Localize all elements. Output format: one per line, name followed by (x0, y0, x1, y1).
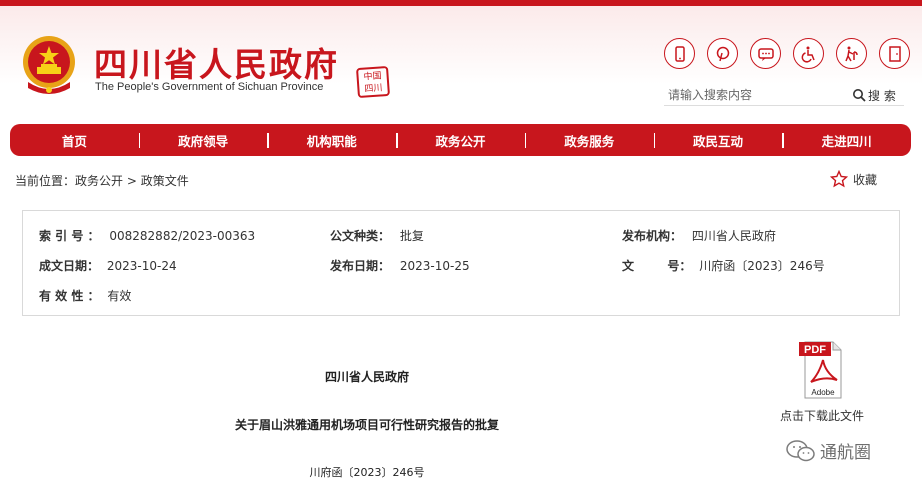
validity-value: 有效 (107, 289, 132, 303)
breadcrumb: 当前位置：政务公开 > 政策文件 (15, 172, 189, 189)
wechat-icon[interactable] (750, 38, 781, 69)
breadcrumb-link-policy-docs[interactable]: 政策文件 (141, 174, 189, 188)
search-button[interactable]: 搜 索 (852, 85, 896, 105)
pdf-badge-text: PDF (804, 344, 826, 356)
document-title: 关于眉山洪雅通用机场项目可行性研究报告的批复 (234, 418, 499, 432)
document-content: 四川省人民政府 关于眉山洪雅通用机场项目可行性研究报告的批复 川府函〔2023〕… (22, 316, 900, 489)
pdf-download-link[interactable]: PDF Adobe 点击下载此文件 (767, 336, 877, 424)
site-subtitle: The People's Government of Sichuan Provi… (95, 81, 324, 93)
elder-care-icon[interactable] (836, 38, 867, 69)
breadcrumb-prefix: 当前位置： (15, 174, 76, 188)
favorite-button[interactable]: 收藏 (830, 170, 877, 188)
accessibility-icon[interactable] (793, 38, 824, 69)
main-nav: 首页 政府领导 机构职能 政务公开 政务服务 政民互动 走进四川 (10, 124, 911, 156)
star-icon (830, 170, 848, 188)
created-label: 成文日期： (39, 259, 100, 273)
pdf-file-icon: PDF Adobe (799, 341, 842, 399)
nav-item-home[interactable]: 首页 (10, 131, 139, 150)
type-label: 公文种类： (330, 229, 391, 243)
national-emblem-icon (20, 34, 78, 96)
header-toolbar (664, 38, 910, 69)
mobile-icon[interactable] (664, 38, 695, 69)
document-issuer: 四川省人民政府 (324, 370, 409, 384)
favorite-label: 收藏 (853, 172, 878, 187)
search-input[interactable] (668, 86, 848, 104)
wechat-logo-icon (786, 439, 815, 461)
nav-item-functions[interactable]: 机构职能 (267, 131, 396, 150)
nav-item-interaction[interactable]: 政民互动 (653, 131, 783, 150)
type-value: 批复 (399, 229, 424, 243)
nav-item-services[interactable]: 政务服务 (524, 131, 654, 150)
search-button-label: 搜 索 (868, 88, 896, 103)
docno-label: 文 号： (622, 259, 692, 273)
pdf-brand-text: Adobe (811, 388, 835, 397)
site-title[interactable]: 四川省人民政府 (94, 38, 339, 86)
watermark-text: 通航圈 (820, 443, 871, 463)
document-number: 川府函〔2023〕246号 (309, 466, 425, 479)
watermark: 通航圈 (786, 438, 871, 463)
issuer-label: 发布机构： (622, 229, 683, 243)
exit-icon[interactable] (879, 38, 910, 69)
issuer-value: 四川省人民政府 (691, 229, 776, 243)
published-value: 2023-10-25 (399, 259, 470, 273)
province-seal-logo: 中国 四川 (355, 65, 391, 99)
document-metadata: 索 引 号 ： 008282882/2023-00363 公文种类： 批复 发布… (22, 210, 900, 316)
docno-value: 川府函〔2023〕246号 (699, 259, 825, 273)
search-icon (853, 89, 866, 102)
index-value: 008282882/2023-00363 (109, 229, 256, 243)
pdf-download-label: 点击下载此文件 (779, 409, 864, 423)
search-box: 搜 索 (664, 84, 904, 106)
nav-item-leaders[interactable]: 政府领导 (138, 131, 268, 150)
breadcrumb-separator: > (126, 174, 137, 188)
nav-item-about-sichuan[interactable]: 走进四川 (782, 131, 911, 150)
published-label: 发布日期： (330, 259, 391, 273)
breadcrumb-link-open-affairs[interactable]: 政务公开 (75, 174, 123, 188)
index-label: 索 引 号 ： (39, 229, 100, 243)
nav-item-open-affairs[interactable]: 政务公开 (396, 131, 525, 150)
pinterest-icon[interactable] (707, 38, 738, 69)
created-value: 2023-10-24 (106, 259, 177, 273)
validity-label: 有 效 性 ： (39, 289, 100, 303)
